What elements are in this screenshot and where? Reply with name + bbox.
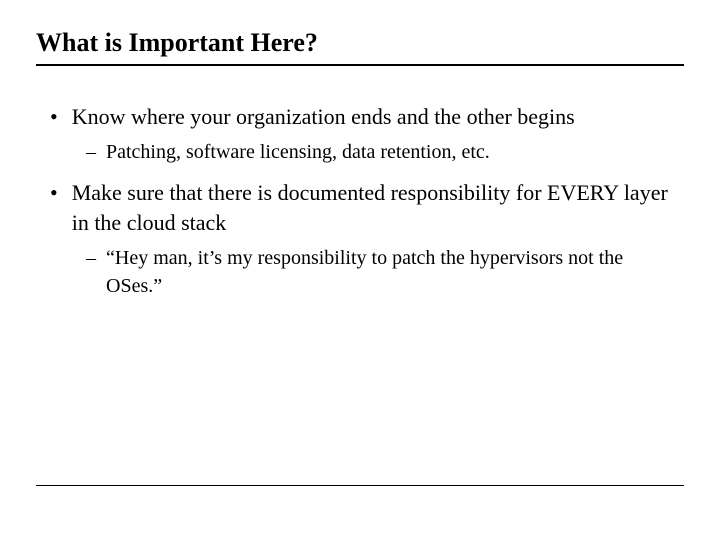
sub-bullet-text: “Hey man, it’s my responsibility to patc… bbox=[106, 244, 674, 300]
bullet-marker-icon: • bbox=[50, 102, 58, 132]
bullet-text: Know where your organization ends and th… bbox=[72, 102, 575, 132]
sub-bullet-item: – “Hey man, it’s my responsibility to pa… bbox=[86, 244, 674, 300]
slide-content: • Know where your organization ends and … bbox=[36, 102, 684, 300]
bullet-item: • Know where your organization ends and … bbox=[50, 102, 674, 132]
bullet-item: • Make sure that there is documented res… bbox=[50, 178, 674, 238]
dash-marker-icon: – bbox=[86, 138, 96, 166]
bottom-divider bbox=[36, 485, 684, 486]
bullet-marker-icon: • bbox=[50, 178, 58, 238]
bullet-text: Make sure that there is documented respo… bbox=[72, 178, 674, 238]
sub-bullet-text: Patching, software licensing, data reten… bbox=[106, 138, 490, 166]
dash-marker-icon: – bbox=[86, 244, 96, 300]
slide-title: What is Important Here? bbox=[36, 28, 684, 66]
sub-bullet-item: – Patching, software licensing, data ret… bbox=[86, 138, 674, 166]
